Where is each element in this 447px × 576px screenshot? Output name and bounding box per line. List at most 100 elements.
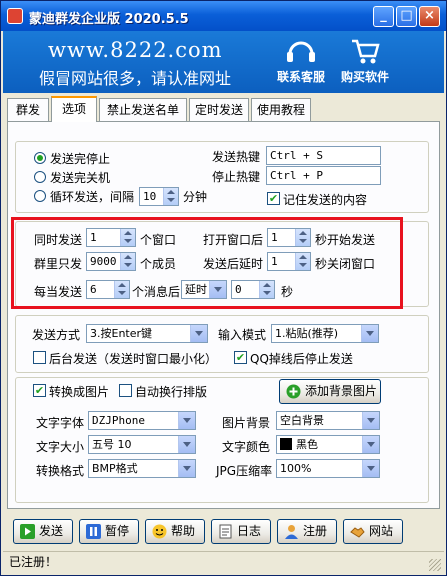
background-send-label: 后台发送（发送时窗口最小化） [49,352,218,366]
send-method-value: 3.按Enter键 [90,327,153,340]
contact-support-link[interactable]: 联系客服 [273,37,329,85]
jpg-quality-label: JPG压缩率 [216,464,273,478]
pause-icon [86,524,101,539]
banner: www.8222.com 假冒网站很多，请认准网址 联系客服 购买软件 [3,31,444,93]
convert-image-label: 转换成图片 [49,385,110,399]
tab-group-send[interactable]: 群发 [7,98,49,121]
plus-icon [286,384,301,399]
font-size-select[interactable]: 五号 10 [88,435,196,454]
radio-shutdown-after-send[interactable] [34,171,46,183]
auto-wrap-label: 自动换行排版 [135,385,208,399]
input-mode-label: 输入模式 [218,328,267,342]
chevron-down-icon[interactable] [178,436,195,453]
main-window: 蒙迪群发企业版 2020.5.5 _ □ × www.8222.com 假冒网站… [0,0,447,576]
contact-support-label: 联系客服 [276,70,325,84]
stop-on-offline-label: QQ掉线后停止发送 [250,352,353,366]
banner-website: www.8222.com [48,38,223,62]
document-icon [219,524,232,539]
chevron-down-icon[interactable] [362,436,379,453]
handshake-icon [350,527,365,538]
play-icon [20,524,35,539]
loop-interval-unit: 分钟 [183,190,208,204]
send-label: 发送 [39,524,64,538]
buy-software-link[interactable]: 购买软件 [337,37,393,85]
radio-loop-send[interactable] [34,190,46,202]
headset-icon [287,41,315,62]
chevron-down-icon[interactable] [361,325,378,342]
cart-icon [352,39,380,64]
maximize-button[interactable]: □ [396,6,417,27]
chevron-down-icon[interactable] [362,460,379,477]
buy-software-label: 购买软件 [340,70,389,84]
image-background-label: 图片背景 [222,416,271,430]
font-size-value: 五号 10 [92,438,132,451]
shutdown-after-send-label: 发送完关机 [50,171,111,185]
register-label: 注册 [303,524,328,538]
image-background-value: 空白背景 [280,414,324,427]
image-background-select[interactable]: 空白背景 [276,411,380,430]
background-send-checkbox[interactable] [33,351,46,364]
stop-hotkey-field[interactable]: Ctrl + P [266,166,381,185]
input-mode-select[interactable]: 1.粘贴(推荐) [271,324,379,343]
input-mode-value: 1.粘贴(推荐) [275,327,339,340]
chevron-down-icon[interactable] [362,412,379,429]
log-label: 日志 [237,524,262,538]
auto-wrap-checkbox[interactable] [119,384,132,397]
tab-blocklist[interactable]: 禁止发送名单 [99,98,187,121]
send-hotkey-label: 发送热键 [212,150,261,164]
convert-format-value: BMP格式 [92,462,138,475]
loop-send-label: 循环发送，间隔 [50,190,135,204]
stop-on-offline-checkbox[interactable]: ✔ [234,351,247,364]
spin-arrows-icon[interactable] [163,188,178,205]
smiley-icon [152,524,167,539]
add-background-button[interactable]: 添加背景图片 [279,379,381,404]
loop-interval-value: 10 [143,190,157,203]
website-button[interactable]: 网站 [343,519,403,544]
font-select[interactable]: DZJPhone [88,411,196,430]
tab-scheduled-send[interactable]: 定时发送 [189,98,249,121]
loop-interval-input[interactable]: 10 [139,187,179,206]
jpg-quality-select[interactable]: 100% [276,459,380,478]
resize-grip[interactable] [429,559,441,571]
convert-image-checkbox[interactable]: ✔ [33,384,46,397]
highlight-box [11,217,403,309]
minimize-button[interactable]: _ [373,6,394,27]
log-button[interactable]: 日志 [211,519,271,544]
chevron-down-icon[interactable] [190,325,207,342]
tab-options[interactable]: 选项 [51,96,97,122]
text-color-label: 文字颜色 [222,440,271,454]
status-text: 已注册！ [9,555,58,569]
send-method-select[interactable]: 3.按Enter键 [86,324,208,343]
stop-hotkey-label: 停止热键 [212,170,261,184]
color-swatch [280,438,292,450]
send-hotkey-field[interactable]: Ctrl + S [266,146,381,165]
app-icon [7,8,23,24]
send-method-label: 发送方式 [32,328,81,342]
chevron-down-icon[interactable] [178,460,195,477]
banner-slogan: 假冒网站很多，请认准网址 [39,69,232,88]
close-button[interactable]: × [419,6,440,27]
send-button[interactable]: 发送 [13,519,73,544]
help-label: 帮助 [171,524,196,538]
pause-button[interactable]: 暂停 [79,519,139,544]
website-label: 网站 [369,524,394,538]
register-button[interactable]: 注册 [277,519,337,544]
pause-label: 暂停 [105,524,130,538]
convert-format-select[interactable]: BMP格式 [88,459,196,478]
radio-stop-after-send[interactable] [34,152,46,164]
convert-format-label: 转换格式 [36,464,85,478]
user-icon [285,525,298,539]
font-value: DZJPhone [92,414,145,427]
tab-tutorial[interactable]: 使用教程 [251,98,311,121]
help-button[interactable]: 帮助 [145,519,205,544]
font-label: 文字字体 [36,416,85,430]
text-color-select[interactable]: 黑色 [276,435,380,454]
status-bar: 已注册！ [3,551,444,574]
jpg-quality-value: 100% [280,462,312,475]
window-title: 蒙迪群发企业版 2020.5.5 [29,12,189,27]
stop-after-send-label: 发送完停止 [50,152,111,166]
remember-content-checkbox[interactable]: ✔ [267,192,280,205]
chevron-down-icon[interactable] [178,412,195,429]
remember-content-label: 记住发送的内容 [283,193,368,207]
title-bar: 蒙迪群发企业版 2020.5.5 _ □ × [1,1,446,31]
